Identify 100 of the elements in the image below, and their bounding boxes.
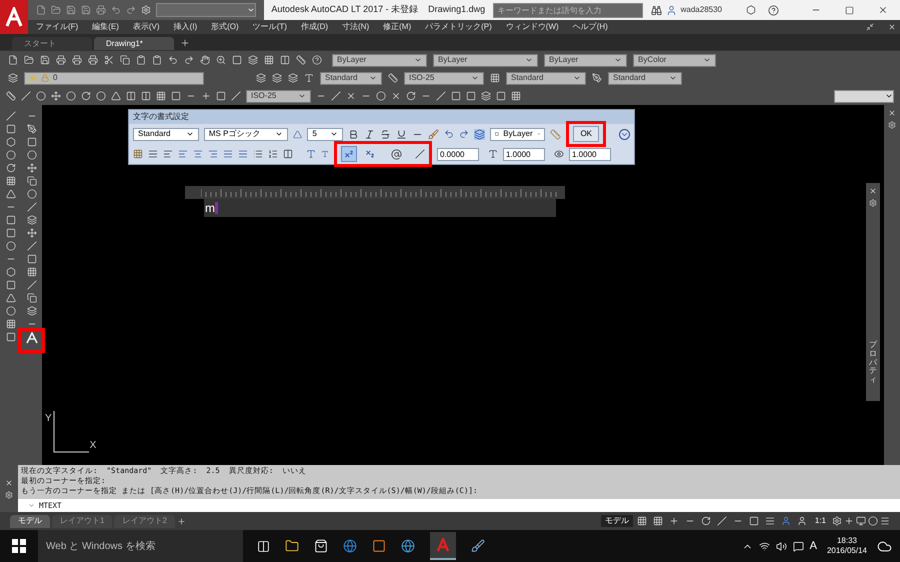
width-factor-field[interactable]: 1.0000 — [569, 148, 611, 160]
draw-tool-icon[interactable] — [6, 137, 16, 147]
color-dropdown[interactable]: ByLayer — [490, 128, 546, 140]
help-icon[interactable] — [768, 4, 779, 16]
quick-access-icon[interactable] — [126, 5, 136, 15]
superscript-button[interactable] — [341, 146, 357, 162]
italic-icon[interactable] — [364, 128, 376, 140]
undo-icon[interactable] — [168, 55, 178, 65]
palette-title[interactable]: プロパティ — [869, 341, 877, 385]
paint-icon[interactable] — [471, 539, 485, 553]
restore-icon[interactable] — [866, 23, 874, 31]
color-dropdown[interactable]: ByLayer — [332, 54, 427, 66]
open-folder-icon[interactable] — [24, 55, 34, 65]
symbol-icon[interactable] — [391, 148, 402, 160]
width-factor-icon[interactable] — [554, 149, 564, 159]
annotation-scale[interactable]: 1:1 — [814, 515, 826, 527]
menu-item[interactable]: ファイル(F) — [36, 21, 78, 33]
bold-icon[interactable] — [348, 128, 360, 140]
user-name[interactable]: wada28530 — [680, 4, 722, 16]
options-icon[interactable] — [619, 128, 630, 140]
text-ruler[interactable] — [185, 186, 565, 199]
volume-icon[interactable] — [776, 540, 787, 552]
menu-item[interactable]: 編集(E) — [92, 21, 119, 33]
print-icon[interactable] — [88, 55, 98, 65]
text-height-dropdown[interactable]: 5 — [307, 128, 344, 140]
layer-dropdown[interactable]: 0 — [24, 72, 204, 84]
line-spacing-icon[interactable] — [253, 149, 263, 159]
quick-access-icon[interactable] — [96, 5, 106, 15]
file-tab[interactable]: スタート — [12, 37, 92, 50]
file-tab[interactable]: Drawing1* — [94, 37, 174, 50]
ime-indicator[interactable]: A — [810, 538, 817, 554]
network-icon[interactable] — [758, 540, 770, 552]
draw-tool-icon[interactable] — [26, 124, 36, 134]
underline-icon[interactable] — [396, 128, 408, 140]
draw-tool-icon[interactable] — [6, 150, 16, 160]
command-prompt-icon[interactable] — [28, 502, 35, 509]
tracking-icon[interactable] — [488, 149, 498, 159]
settings-icon[interactable] — [141, 5, 151, 15]
save-icon[interactable] — [40, 55, 50, 65]
layer-state-icon[interactable] — [256, 73, 266, 83]
draw-tool-icon[interactable] — [26, 293, 36, 303]
menu-item[interactable]: 挿入(I) — [174, 21, 198, 33]
quick-access-icon[interactable] — [51, 5, 61, 15]
oblique-angle-field[interactable]: 0.0000 — [437, 148, 479, 160]
tracking-field[interactable]: 1.0000 — [503, 148, 545, 160]
font-dropdown[interactable]: MS Pゴシック — [204, 128, 288, 140]
brush-icon[interactable] — [428, 128, 440, 140]
draw-tool-icon[interactable] — [26, 228, 36, 238]
autocad-taskbar-button[interactable] — [430, 532, 456, 560]
annotation-icon[interactable] — [796, 516, 807, 526]
pan-icon[interactable] — [200, 55, 210, 65]
status-toggle-icon[interactable] — [700, 516, 711, 526]
uppercase-icon[interactable] — [306, 149, 316, 159]
intersect-icon[interactable] — [346, 91, 356, 101]
oblique-icon[interactable] — [415, 149, 425, 159]
browser-icon[interactable] — [343, 539, 357, 553]
ok-button[interactable]: OK — [573, 126, 600, 142]
align-center-icon[interactable] — [193, 149, 203, 159]
status-toggle-icon[interactable] — [748, 516, 759, 526]
close-icon[interactable] — [888, 109, 896, 117]
weather-icon[interactable] — [877, 538, 892, 554]
search-field[interactable]: キーワードまたは語句を入力 — [492, 2, 643, 18]
paste-icon[interactable] — [136, 55, 146, 65]
plot-style-dropdown[interactable]: ByColor — [633, 54, 716, 66]
menu-item[interactable]: 寸法(N) — [342, 21, 370, 33]
lineweight-dropdown[interactable]: ByLayer — [544, 54, 627, 66]
layer-match-icon[interactable] — [288, 73, 298, 83]
multiline-text-icon[interactable] — [26, 332, 38, 344]
layers-icon[interactable] — [8, 73, 18, 83]
text-style-dropdown[interactable]: Standard — [133, 128, 199, 140]
menu-item[interactable]: 修正(M) — [383, 21, 412, 33]
columns-icon[interactable] — [283, 149, 293, 159]
align-right-icon[interactable] — [208, 149, 218, 159]
annotative-icon[interactable] — [293, 130, 302, 138]
customize-icon[interactable] — [5, 490, 13, 498]
insert-field-icon[interactable] — [133, 149, 143, 159]
menu-item[interactable]: 作成(D) — [300, 21, 328, 33]
layers-icon[interactable] — [248, 55, 258, 65]
close-icon[interactable] — [5, 478, 13, 486]
start-icon[interactable] — [12, 539, 26, 553]
settings-icon[interactable] — [869, 199, 877, 207]
paragraph-icon[interactable] — [163, 149, 173, 159]
draw-tool-icon[interactable] — [26, 163, 36, 173]
draw-tool-icon[interactable] — [6, 319, 16, 329]
status-toggle-icon[interactable] — [652, 516, 663, 526]
isolate-icon[interactable] — [868, 516, 878, 526]
table-style-dropdown[interactable]: Standard — [506, 72, 586, 84]
text-style-dropdown[interactable]: Standard — [320, 72, 382, 84]
text-editor-field[interactable]: m — [204, 199, 556, 217]
quick-access-icon[interactable] — [111, 5, 121, 15]
multileader-style-dropdown[interactable]: Standard — [608, 72, 682, 84]
draw-tool-icon[interactable] — [26, 267, 36, 277]
center-mark-icon[interactable] — [201, 91, 211, 101]
text-style-icon[interactable] — [304, 73, 314, 83]
taskbar-search-field[interactable]: Web と Windows を検索 — [38, 530, 243, 562]
lowercase-icon[interactable] — [321, 150, 329, 158]
user-icon[interactable] — [666, 4, 677, 16]
layers-icon[interactable] — [481, 91, 491, 101]
store-icon[interactable] — [314, 539, 328, 553]
dimension-icon[interactable] — [6, 91, 16, 101]
